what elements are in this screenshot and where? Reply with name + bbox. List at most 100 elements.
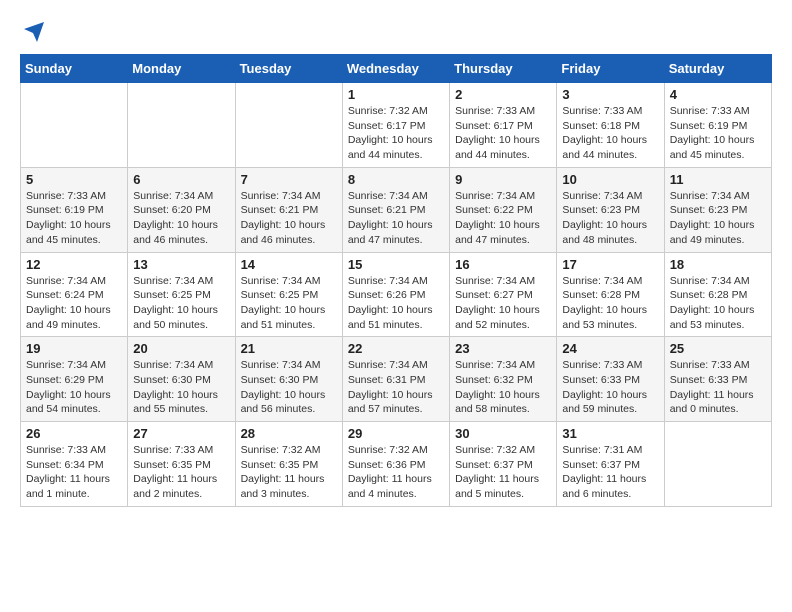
calendar-cell: 28 Sunrise: 7:32 AM Sunset: 6:35 PM Dayli… (235, 422, 342, 507)
day-number: 5 (26, 172, 122, 187)
calendar-cell: 9 Sunrise: 7:34 AM Sunset: 6:22 PM Daylig… (450, 167, 557, 252)
day-info: Sunrise: 7:33 AM Sunset: 6:34 PM Dayligh… (26, 443, 122, 502)
day-info: Sunrise: 7:34 AM Sunset: 6:25 PM Dayligh… (133, 274, 229, 333)
day-info: Sunrise: 7:34 AM Sunset: 6:27 PM Dayligh… (455, 274, 551, 333)
day-header-thursday: Thursday (450, 55, 557, 83)
calendar-week-row: 12 Sunrise: 7:34 AM Sunset: 6:24 PM Dayli… (21, 252, 772, 337)
calendar-cell: 10 Sunrise: 7:34 AM Sunset: 6:23 PM Dayli… (557, 167, 664, 252)
calendar-cell: 19 Sunrise: 7:34 AM Sunset: 6:29 PM Dayli… (21, 337, 128, 422)
day-info: Sunrise: 7:34 AM Sunset: 6:21 PM Dayligh… (241, 189, 337, 248)
page-header (20, 20, 772, 44)
day-number: 4 (670, 87, 766, 102)
calendar-cell: 16 Sunrise: 7:34 AM Sunset: 6:27 PM Dayli… (450, 252, 557, 337)
calendar-cell: 26 Sunrise: 7:33 AM Sunset: 6:34 PM Dayli… (21, 422, 128, 507)
calendar-cell: 29Sunrise: 7:32 AM Sunset: 6:36 PM Dayli… (342, 422, 449, 507)
day-info: Sunrise: 7:32 AM Sunset: 6:17 PM Dayligh… (348, 104, 444, 163)
day-info: Sunrise: 7:33 AM Sunset: 6:18 PM Dayligh… (562, 104, 658, 163)
day-number: 31 (562, 426, 658, 441)
calendar-cell: 17 Sunrise: 7:34 AM Sunset: 6:28 PM Dayli… (557, 252, 664, 337)
day-info: Sunrise: 7:34 AM Sunset: 6:24 PM Dayligh… (26, 274, 122, 333)
day-info: Sunrise: 7:34 AM Sunset: 6:30 PM Dayligh… (133, 358, 229, 417)
day-number: 12 (26, 257, 122, 272)
day-info: Sunrise: 7:34 AM Sunset: 6:28 PM Dayligh… (562, 274, 658, 333)
calendar-cell: 15 Sunrise: 7:34 AM Sunset: 6:26 PM Dayli… (342, 252, 449, 337)
day-info: Sunrise: 7:34 AM Sunset: 6:23 PM Dayligh… (562, 189, 658, 248)
day-number: 19 (26, 341, 122, 356)
day-info: Sunrise: 7:33 AM Sunset: 6:33 PM Dayligh… (670, 358, 766, 417)
day-number: 17 (562, 257, 658, 272)
day-info: Sunrise: 7:34 AM Sunset: 6:21 PM Dayligh… (348, 189, 444, 248)
day-number: 23 (455, 341, 551, 356)
calendar-cell: 6 Sunrise: 7:34 AM Sunset: 6:20 PM Daylig… (128, 167, 235, 252)
calendar-cell: 12 Sunrise: 7:34 AM Sunset: 6:24 PM Dayli… (21, 252, 128, 337)
calendar-cell: 5 Sunrise: 7:33 AM Sunset: 6:19 PM Daylig… (21, 167, 128, 252)
day-number: 6 (133, 172, 229, 187)
calendar-week-row: 19 Sunrise: 7:34 AM Sunset: 6:29 PM Dayli… (21, 337, 772, 422)
calendar-cell: 4 Sunrise: 7:33 AM Sunset: 6:19 PM Daylig… (664, 83, 771, 168)
calendar-cell: 11 Sunrise: 7:34 AM Sunset: 6:23 PM Dayli… (664, 167, 771, 252)
calendar-cell: 22Sunrise: 7:34 AM Sunset: 6:31 PM Dayli… (342, 337, 449, 422)
calendar-week-row: 26 Sunrise: 7:33 AM Sunset: 6:34 PM Dayli… (21, 422, 772, 507)
calendar-cell: 18 Sunrise: 7:34 AM Sunset: 6:28 PM Dayli… (664, 252, 771, 337)
day-number: 27 (133, 426, 229, 441)
day-number: 28 (241, 426, 337, 441)
calendar-cell: 7 Sunrise: 7:34 AM Sunset: 6:21 PM Daylig… (235, 167, 342, 252)
day-number: 2 (455, 87, 551, 102)
day-info: Sunrise: 7:34 AM Sunset: 6:26 PM Dayligh… (348, 274, 444, 333)
calendar-cell: 20Sunrise: 7:34 AM Sunset: 6:30 PM Dayli… (128, 337, 235, 422)
day-info: Sunrise: 7:34 AM Sunset: 6:32 PM Dayligh… (455, 358, 551, 417)
day-number: 18 (670, 257, 766, 272)
calendar-cell (21, 83, 128, 168)
day-info: Sunrise: 7:34 AM Sunset: 6:29 PM Dayligh… (26, 358, 122, 417)
logo (20, 20, 46, 44)
day-info: Sunrise: 7:32 AM Sunset: 6:36 PM Dayligh… (348, 443, 444, 502)
day-info: Sunrise: 7:31 AM Sunset: 6:37 PM Dayligh… (562, 443, 658, 502)
calendar-cell: 27 Sunrise: 7:33 AM Sunset: 6:35 PM Dayli… (128, 422, 235, 507)
calendar-header-row: SundayMondayTuesdayWednesdayThursdayFrid… (21, 55, 772, 83)
day-header-wednesday: Wednesday (342, 55, 449, 83)
day-header-friday: Friday (557, 55, 664, 83)
calendar-cell: 1 Sunrise: 7:32 AM Sunset: 6:17 PM Daylig… (342, 83, 449, 168)
day-number: 30 (455, 426, 551, 441)
day-number: 24 (562, 341, 658, 356)
day-info: Sunrise: 7:33 AM Sunset: 6:19 PM Dayligh… (670, 104, 766, 163)
day-number: 15 (348, 257, 444, 272)
day-number: 14 (241, 257, 337, 272)
day-number: 25 (670, 341, 766, 356)
day-info: Sunrise: 7:34 AM Sunset: 6:31 PM Dayligh… (348, 358, 444, 417)
calendar-cell: 14Sunrise: 7:34 AM Sunset: 6:25 PM Dayli… (235, 252, 342, 337)
day-number: 21 (241, 341, 337, 356)
day-number: 3 (562, 87, 658, 102)
day-info: Sunrise: 7:34 AM Sunset: 6:28 PM Dayligh… (670, 274, 766, 333)
calendar-cell: 23 Sunrise: 7:34 AM Sunset: 6:32 PM Dayli… (450, 337, 557, 422)
day-number: 1 (348, 87, 444, 102)
calendar-table: SundayMondayTuesdayWednesdayThursdayFrid… (20, 54, 772, 507)
calendar-week-row: 5 Sunrise: 7:33 AM Sunset: 6:19 PM Daylig… (21, 167, 772, 252)
day-header-sunday: Sunday (21, 55, 128, 83)
day-number: 16 (455, 257, 551, 272)
calendar-cell: 13 Sunrise: 7:34 AM Sunset: 6:25 PM Dayli… (128, 252, 235, 337)
day-header-saturday: Saturday (664, 55, 771, 83)
day-number: 10 (562, 172, 658, 187)
logo-bird-icon (22, 20, 46, 44)
day-info: Sunrise: 7:32 AM Sunset: 6:35 PM Dayligh… (241, 443, 337, 502)
day-info: Sunrise: 7:33 AM Sunset: 6:17 PM Dayligh… (455, 104, 551, 163)
calendar-cell: 25 Sunrise: 7:33 AM Sunset: 6:33 PM Dayli… (664, 337, 771, 422)
day-number: 9 (455, 172, 551, 187)
calendar-cell: 8 Sunrise: 7:34 AM Sunset: 6:21 PM Daylig… (342, 167, 449, 252)
calendar-cell: 24Sunrise: 7:33 AM Sunset: 6:33 PM Dayli… (557, 337, 664, 422)
day-number: 13 (133, 257, 229, 272)
day-number: 8 (348, 172, 444, 187)
day-info: Sunrise: 7:34 AM Sunset: 6:23 PM Dayligh… (670, 189, 766, 248)
day-info: Sunrise: 7:33 AM Sunset: 6:35 PM Dayligh… (133, 443, 229, 502)
calendar-week-row: 1 Sunrise: 7:32 AM Sunset: 6:17 PM Daylig… (21, 83, 772, 168)
calendar-cell (235, 83, 342, 168)
day-info: Sunrise: 7:34 AM Sunset: 6:20 PM Dayligh… (133, 189, 229, 248)
day-number: 11 (670, 172, 766, 187)
day-info: Sunrise: 7:34 AM Sunset: 6:22 PM Dayligh… (455, 189, 551, 248)
day-info: Sunrise: 7:33 AM Sunset: 6:19 PM Dayligh… (26, 189, 122, 248)
day-info: Sunrise: 7:34 AM Sunset: 6:30 PM Dayligh… (241, 358, 337, 417)
day-number: 7 (241, 172, 337, 187)
calendar-cell: 21 Sunrise: 7:34 AM Sunset: 6:30 PM Dayli… (235, 337, 342, 422)
day-number: 26 (26, 426, 122, 441)
